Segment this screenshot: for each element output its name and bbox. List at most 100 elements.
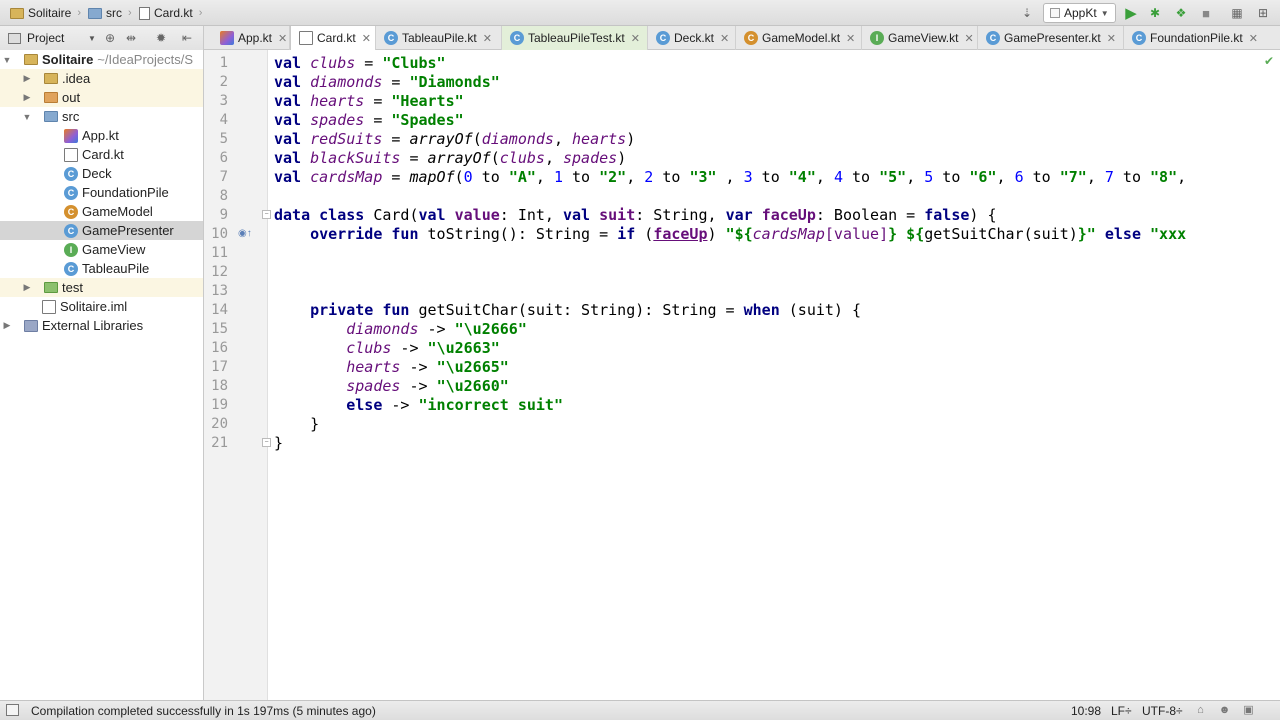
tree-item-game-model[interactable]: C GameModel — [0, 202, 203, 221]
code-line-18: spades -> "\u2660" — [346, 377, 509, 395]
chevron-right-icon[interactable]: ▶ — [22, 282, 32, 293]
override-marker-icon[interactable]: ◉↑ — [238, 228, 252, 239]
project-view-label: Project — [27, 31, 65, 45]
coverage-icon[interactable]: ❖ — [1172, 4, 1190, 22]
tab-label: TableauPileTest.kt — [528, 31, 625, 45]
tool-windows-toggle-icon[interactable] — [6, 704, 19, 716]
event-log-icon[interactable]: ▣ — [1242, 704, 1255, 717]
fold-icon[interactable]: − — [262, 438, 271, 447]
tree-item-test[interactable]: ▶ test — [0, 278, 203, 297]
run-configuration-label: AppKt — [1064, 6, 1097, 20]
tree-item-label: Deck — [82, 166, 112, 181]
project-structure-icon[interactable]: ▦ — [1228, 4, 1246, 22]
code-line-5: val redSuits = arrayOf(diamonds, hearts) — [274, 130, 636, 148]
tab-game-model[interactable]: C GameModel.kt ✕ — [736, 26, 862, 50]
tree-item-solitaire-iml[interactable]: Solitaire.iml — [0, 297, 203, 316]
line-number: 1 — [219, 55, 228, 71]
close-icon[interactable]: ✕ — [278, 32, 287, 45]
tree-item-out[interactable]: ▶ out — [0, 88, 203, 107]
breadcrumb-src[interactable]: src › — [88, 4, 132, 22]
line-number: 17 — [211, 359, 228, 375]
kotlin-file-icon — [220, 31, 234, 45]
tree-item-label: External Libraries — [42, 318, 144, 333]
tab-game-view[interactable]: I GameView.kt ✕ — [862, 26, 978, 50]
tab-card[interactable]: Card.kt ✕ — [290, 26, 376, 50]
tab-tableau-pile[interactable]: C TableauPile.kt ✕ — [376, 26, 502, 50]
check-icon[interactable]: ✔ — [1264, 54, 1274, 68]
chevron-down-icon[interactable]: ▼ — [2, 55, 12, 65]
file-icon — [64, 147, 78, 162]
tree-item-tableau-pile[interactable]: C TableauPile — [0, 259, 203, 278]
code-line-19: else -> "incorrect suit" — [346, 396, 563, 414]
stop-icon[interactable]: ■ — [1197, 4, 1215, 22]
tree-item-card-kt[interactable]: Card.kt — [0, 145, 203, 164]
run-icon[interactable]: ▶ — [1122, 4, 1140, 22]
run-configuration-select[interactable]: AppKt ▼ — [1043, 3, 1116, 23]
close-icon[interactable]: ✕ — [964, 32, 973, 45]
tree-item-solitaire[interactable]: ▼ Solitaire ~/IdeaProjects/S — [0, 50, 203, 69]
code-line-14: private fun getSuitChar(suit: String): S… — [310, 301, 862, 319]
code-editor[interactable]: 1 2 3 4 5 6 7 8 9 10 11 12 13 14 15 16 1… — [204, 50, 1280, 700]
breadcrumb-label: Solitaire — [28, 6, 72, 20]
status-message[interactable]: Compilation completed successfully in 1s… — [31, 704, 376, 718]
close-icon[interactable]: ✕ — [362, 32, 371, 45]
close-icon[interactable]: ✕ — [1249, 32, 1258, 45]
code-line-17: hearts -> "\u2665" — [346, 358, 509, 376]
tree-item-game-view[interactable]: I GameView — [0, 240, 203, 259]
build-icon[interactable]: ⇣ — [1018, 4, 1036, 22]
sdk-manager-icon[interactable]: ⊞ — [1254, 4, 1272, 22]
close-icon[interactable]: ✕ — [631, 32, 640, 45]
tab-game-presenter[interactable]: C GamePresenter.kt ✕ — [978, 26, 1124, 50]
tree-item-foundation-pile[interactable]: C FoundationPile — [0, 183, 203, 202]
chevron-right-icon[interactable]: ▶ — [22, 92, 32, 103]
code-line-10: override fun toString(): String = if (fa… — [310, 225, 1187, 243]
hide-panel-icon[interactable]: ⇤ — [178, 29, 196, 47]
collapse-all-icon[interactable]: ⇹ — [122, 29, 140, 47]
chevron-down-icon[interactable]: ▼ — [22, 112, 32, 122]
tab-tableau-pile-test[interactable]: C TableauPileTest.kt ✕ — [502, 26, 648, 50]
tree-item-label: GameView — [82, 242, 146, 257]
close-icon[interactable]: ✕ — [846, 32, 855, 45]
debug-icon[interactable]: ✱ — [1146, 4, 1164, 22]
tree-item-src[interactable]: ▼ src — [0, 107, 203, 126]
tab-label: GamePresenter.kt — [1004, 31, 1101, 45]
project-view-selector[interactable]: Project ▼ — [8, 30, 96, 46]
tree-item-game-presenter[interactable]: C GamePresenter — [0, 221, 203, 240]
tab-foundation-pile[interactable]: C FoundationPile.kt ✕ — [1124, 26, 1280, 50]
tree-item-deck[interactable]: C Deck — [0, 164, 203, 183]
file-icon — [299, 31, 313, 45]
tree-item-label: App.kt — [82, 128, 119, 143]
kotlin-icon — [1050, 8, 1060, 18]
line-number: 3 — [219, 93, 228, 109]
caret-position[interactable]: 10:98 — [1071, 704, 1101, 718]
code-line-2: val diamonds = "Diamonds" — [274, 73, 500, 91]
tree-item-idea[interactable]: ▶ .idea — [0, 69, 203, 88]
gear-icon[interactable]: ✹ — [152, 29, 170, 47]
interface-icon: I — [870, 31, 884, 45]
close-icon[interactable]: ✕ — [720, 32, 729, 45]
line-separator[interactable]: LF÷ — [1111, 704, 1132, 718]
tab-app[interactable]: App.kt ✕ — [212, 26, 290, 50]
close-icon[interactable]: ✕ — [1107, 32, 1116, 45]
chevron-right-icon[interactable]: ▶ — [2, 320, 12, 331]
tree-item-label: test — [62, 280, 83, 295]
status-bar: Compilation completed successfully in 1s… — [0, 700, 1280, 720]
tree-item-app-kt[interactable]: App.kt — [0, 126, 203, 145]
editor-gutter[interactable]: 1 2 3 4 5 6 7 8 9 10 11 12 13 14 15 16 1… — [204, 50, 271, 700]
line-number: 9 — [219, 207, 228, 223]
close-icon[interactable]: ✕ — [483, 32, 492, 45]
chevron-right-icon[interactable]: ▶ — [22, 73, 32, 84]
breadcrumb-file[interactable]: Card.kt › — [139, 4, 202, 22]
inspector-icon[interactable]: ☻ — [1218, 704, 1231, 717]
lock-icon[interactable]: ⌂ — [1194, 704, 1207, 717]
tab-deck[interactable]: C Deck.kt ✕ — [648, 26, 736, 50]
fold-icon[interactable]: − — [262, 210, 271, 219]
breadcrumb-project[interactable]: Solitaire › — [10, 4, 81, 22]
tree-item-external-libraries[interactable]: ▶ External Libraries — [0, 316, 203, 335]
tree-item-label: TableauPile — [82, 261, 150, 276]
file-encoding[interactable]: UTF-8÷ — [1142, 704, 1183, 718]
locate-icon[interactable]: ⊕ — [101, 29, 119, 47]
class-icon: C — [64, 185, 78, 200]
tab-label: GameModel.kt — [762, 31, 841, 45]
tree-item-label: GamePresenter — [82, 223, 174, 238]
